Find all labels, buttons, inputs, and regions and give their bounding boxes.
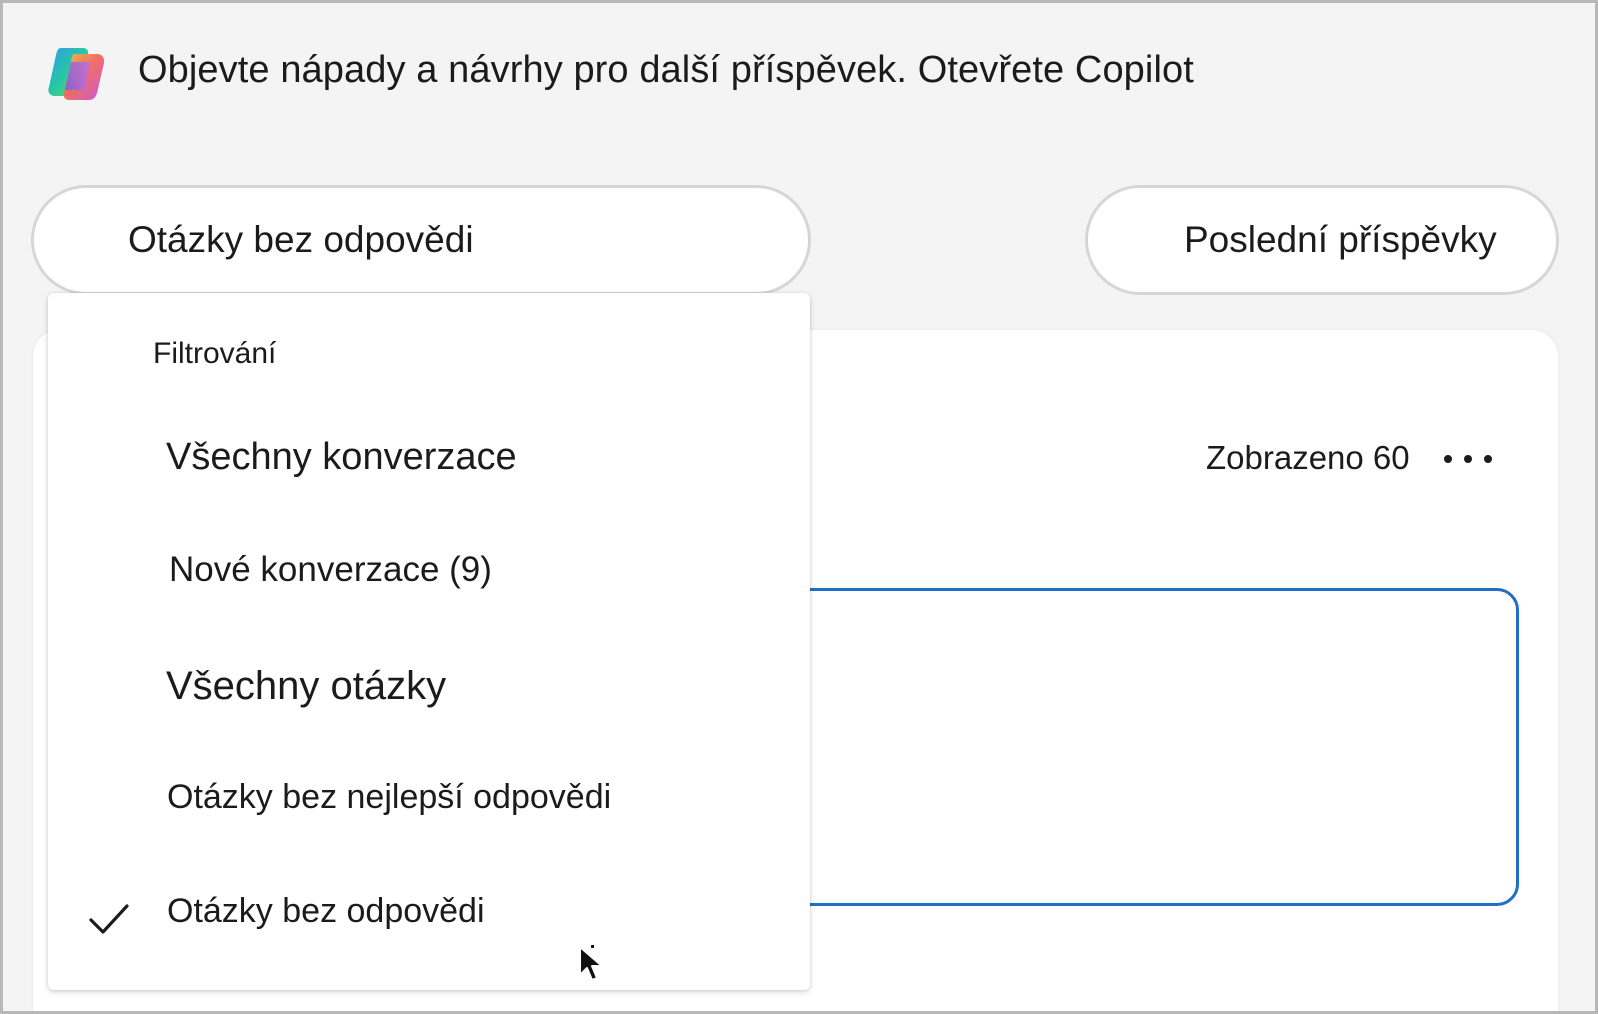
- copilot-banner[interactable]: [47, 39, 107, 109]
- app-window: Objevte nápady a návrhy pro další příspě…: [0, 0, 1598, 1014]
- mouse-cursor-icon: [579, 945, 603, 981]
- menu-item-all-questions[interactable]: Všechny otázky: [48, 649, 810, 739]
- menu-item-new-conversations[interactable]: Nové konverzace (9): [48, 538, 810, 628]
- more-dot: [1444, 455, 1452, 463]
- shown-count-label: Zobrazeno 60: [1206, 439, 1410, 476]
- menu-item-unanswered-questions[interactable]: Otázky bez odpovědi: [48, 878, 810, 968]
- copilot-logo-icon: [48, 48, 105, 100]
- menu-item-label: Otázky bez odpovědi: [167, 892, 485, 930]
- menu-item-label: Všechny konverzace: [166, 436, 517, 478]
- more-options-icon[interactable]: [1444, 449, 1492, 469]
- copilot-banner-text[interactable]: Objevte nápady a návrhy pro další příspě…: [138, 49, 1194, 92]
- checkmark-icon: [89, 904, 129, 934]
- menu-item-label: Nové konverzace (9): [169, 550, 492, 589]
- dropdown-header: Filtrování: [153, 337, 277, 370]
- menu-item-questions-without-best-answer[interactable]: Otázky bez nejlepší odpovědi: [48, 763, 810, 853]
- menu-item-all-conversations[interactable]: Všechny konverzace: [48, 421, 810, 511]
- filter-dropdown-menu: Filtrování Všechny konverzace Nové konve…: [48, 293, 810, 990]
- sort-dropdown-label: Poslední příspěvky: [1184, 219, 1497, 260]
- filter-dropdown-label: Otázky bez odpovědi: [128, 219, 474, 260]
- filter-dropdown-button[interactable]: Otázky bez odpovědi: [31, 185, 811, 295]
- more-dot: [1464, 455, 1472, 463]
- more-dot: [1484, 455, 1492, 463]
- menu-item-label: Otázky bez nejlepší odpovědi: [167, 778, 612, 816]
- post-composer-box[interactable]: [743, 588, 1519, 906]
- menu-item-label: Všechny otázky: [166, 664, 447, 708]
- sort-dropdown-button[interactable]: Poslední příspěvky: [1085, 185, 1559, 295]
